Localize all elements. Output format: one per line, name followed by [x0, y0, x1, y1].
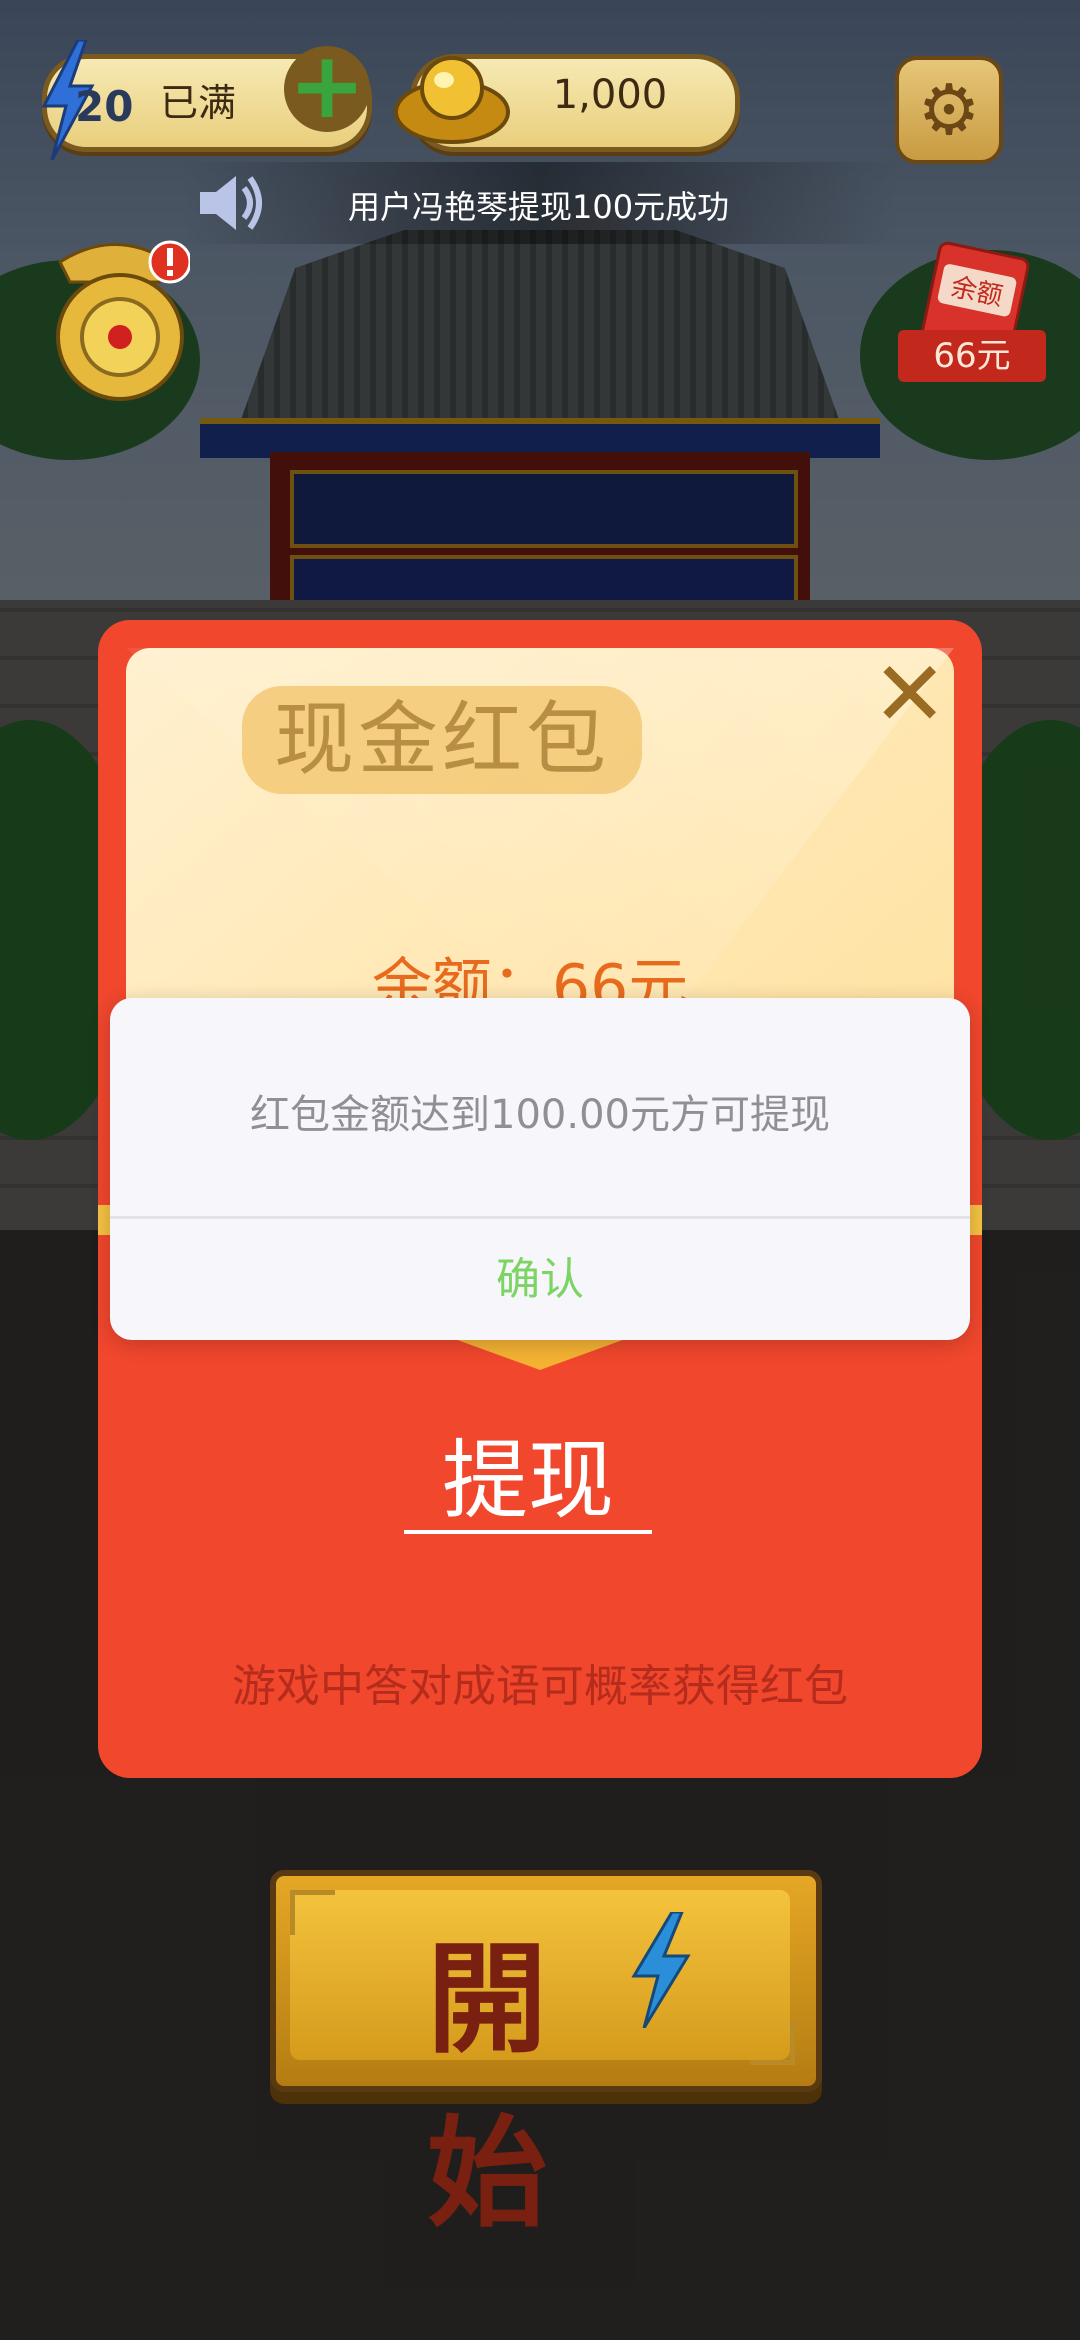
balance-badge-amount: 66元: [898, 330, 1046, 382]
lightning-icon: [631, 1912, 691, 2028]
settings-button[interactable]: ⚙: [895, 56, 1003, 164]
confirm-button[interactable]: 确认: [110, 1219, 970, 1340]
gold-amount: 1,000: [552, 72, 668, 118]
announcement-text: 用户冯艳琴提现100元成功: [348, 188, 730, 226]
energy-status: 已满: [160, 81, 237, 125]
withdraw-button[interactable]: 提现: [404, 1410, 652, 1535]
energy-count: 20: [75, 82, 134, 131]
plus-icon: +: [288, 32, 366, 139]
start-button-label: 開始: [427, 1929, 563, 2244]
dialog-message: 红包金额达到100.00元方可提现: [250, 1092, 830, 1138]
speaker-icon: [200, 176, 262, 230]
alert-dialog: 红包金额达到100.00元方可提现 确认: [110, 998, 970, 1340]
gold-ingot-icon: [394, 56, 510, 144]
gear-icon: ⚙: [917, 69, 981, 151]
modal-title: 现金红包: [274, 693, 610, 786]
corner-ornament: [290, 1890, 335, 1935]
withdraw-underline: [404, 1530, 652, 1534]
close-icon[interactable]: ✕: [872, 650, 947, 740]
medallion-icon[interactable]: [40, 232, 190, 402]
corner-ornament: [750, 2020, 795, 2065]
add-energy-button[interactable]: +: [284, 40, 370, 132]
modal-hint: 游戏中答对成语可概率获得红包: [232, 1661, 848, 1712]
